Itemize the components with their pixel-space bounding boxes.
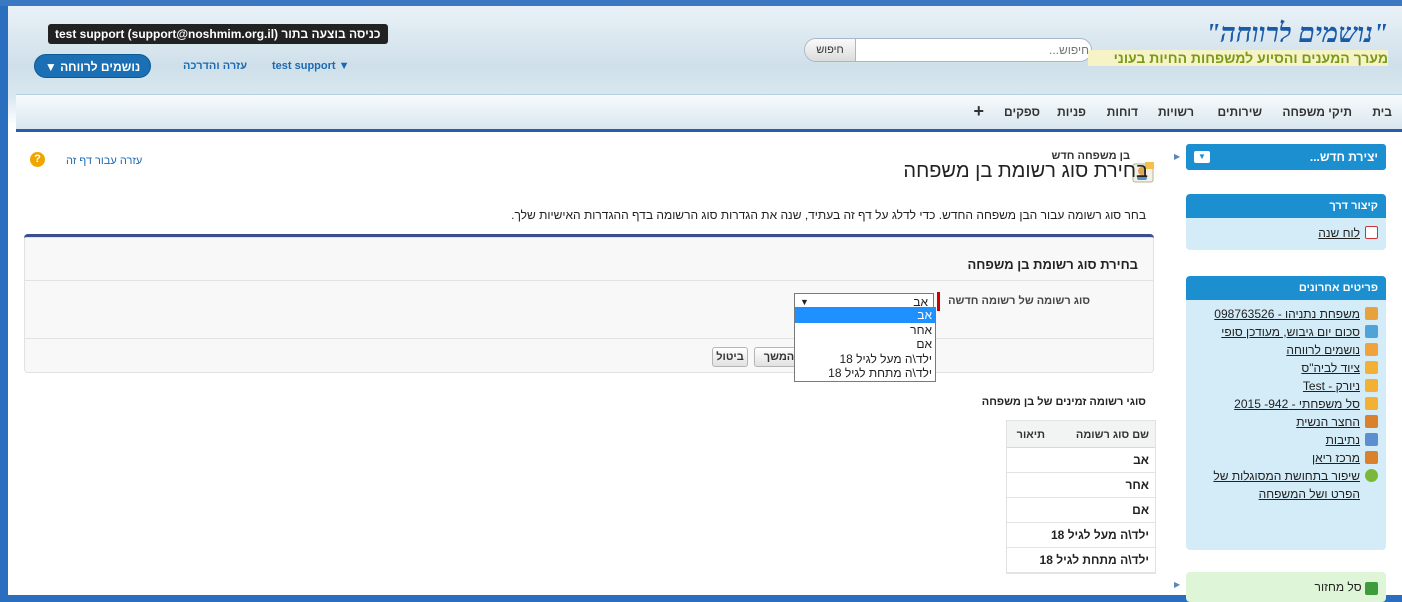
divider [24,338,1154,339]
tab-home[interactable]: בית [1372,105,1392,119]
calendar-link-label: לוח שנה [1318,226,1360,240]
recent-item-label: סכום יום גיבוש, מעודכן סופי [1221,325,1360,339]
tab-authorities[interactable]: רשויות [1158,105,1194,119]
dropdown-option[interactable]: אם [795,337,935,352]
logo-subtitle: מערך המענים והסיוע למשפחות החיות בעוני [1088,50,1388,66]
tab-suppliers[interactable]: ספקים [1004,105,1040,119]
recent-item-label: נושמים לרווחה [1286,343,1360,357]
recycle-bin-icon [1365,582,1378,596]
chart-icon [1365,433,1378,446]
shortcut-panel: קיצור דרך לוח שנה [1186,194,1386,250]
recent-item[interactable]: נתיבות [1194,431,1378,449]
recent-item-label: מרכז ריאן [1312,451,1360,465]
dropdown-option[interactable]: ילד\ה מתחת לגיל 18 [795,366,935,381]
help-training-link[interactable]: עזרה והדרכה [183,60,247,72]
create-new-label: יצירת חדש... [1309,150,1378,164]
column-header-name: שם סוג רשומה [1075,429,1149,441]
search-button[interactable]: חיפוש [805,39,856,61]
recent-item[interactable]: החצר הנשית [1194,413,1378,431]
recent-item-label: משפחת נתניהו - 098763526 [1214,307,1360,321]
recent-item-label: ניורק - Test [1302,379,1360,393]
required-indicator [937,292,940,311]
sidebar-collapse-icon[interactable]: ▶ [1174,152,1180,161]
all-tabs-plus-icon[interactable]: + [973,101,984,122]
table-row: ילד\ה מעל לגיל 18 [1007,523,1155,548]
column-header-description: תיאור [1016,429,1045,441]
calendar-link[interactable]: לוח שנה [1194,224,1378,242]
dropdown-option[interactable]: ילד\ה מעל לגיל 18 [795,352,935,367]
divider [24,280,1154,281]
record-types-table: שם סוג רשומה תיאור אב אחר אם ילד\ה מעל ל… [1006,420,1156,574]
page-help-link[interactable]: עזרה עבור דף זה [66,155,142,167]
available-types-title: סוגי רשומה זמינים של בן משפחה [981,396,1146,408]
recent-item[interactable]: ניורק - Test [1194,377,1378,395]
tab-inquiries[interactable]: פניות [1057,105,1086,119]
record-type-section: בחירת סוג רשומת בן משפחה סוג רשומה של רש… [24,234,1154,373]
box-icon [1365,397,1378,410]
table-row: ילד\ה מתחת לגיל 18 [1007,548,1155,573]
recent-item-label: החצר הנשית [1296,415,1360,429]
recycle-bin-link[interactable]: סל מחזור [1186,572,1386,602]
intro-text: בחר סוג רשומה עבור הבן משפחה החדש. כדי ל… [511,208,1146,222]
search-input[interactable] [857,39,1091,61]
page-title: בחירת סוג רשומת בן משפחה [903,160,1148,182]
shortcut-panel-title: קיצור דרך [1186,194,1386,218]
tab-services[interactable]: שירותים [1218,105,1262,119]
logo-title: "נושמים לרווחה" [1205,18,1388,48]
organization-icon [1365,343,1378,356]
section-title: בחירת סוג רשומת בן משפחה [967,257,1139,272]
people-icon [1365,415,1378,428]
table-row: אם [1007,498,1155,523]
recycle-expand-icon[interactable]: ▶ [1174,580,1180,589]
recent-items-title: פריטים אחרונים [1186,276,1386,300]
cancel-button[interactable]: ביטול [712,347,748,367]
chevron-down-icon: ▼ [1194,151,1210,163]
recent-item-label: שיפור בתחושת המסוגלות של הפרט ושל המשפחה [1213,469,1360,501]
calendar-icon [1365,226,1378,239]
help-icon[interactable]: ? [30,152,45,167]
recent-item-label: סל משפחתי - 942- 2015 [1234,397,1360,411]
login-as-banner: כניסה בוצעה בתור test support (support@n… [48,24,388,44]
people-icon [1365,451,1378,464]
record-type-label: סוג רשומה של רשומה חדשה [948,295,1090,307]
recent-item[interactable]: סל משפחתי - 942- 2015 [1194,395,1378,413]
tab-bar: בית תיקי משפחה שירותים רשויות דוחות פניו… [16,94,1402,132]
recent-item[interactable]: סכום יום גיבוש, מעודכן סופי [1194,323,1378,341]
recent-items-panel: פריטים אחרונים משפחת נתניהו - 098763526 … [1186,276,1386,550]
table-row: אחר [1007,473,1155,498]
table-header: שם סוג רשומה תיאור [1007,421,1155,448]
user-menu[interactable]: test support ▼ [272,60,350,72]
dropdown-option[interactable]: אחר [795,323,935,338]
app-window: כניסה בוצעה בתור test support (support@n… [8,6,1402,602]
table-row: אב [1007,448,1155,473]
recent-item[interactable]: נושמים לרווחה [1194,341,1378,359]
recent-item[interactable]: שיפור בתחושת המסוגלות של הפרט ושל המשפחה [1194,467,1378,503]
tab-family-files[interactable]: תיקי משפחה [1282,105,1352,119]
tab-reports[interactable]: דוחות [1107,105,1138,119]
record-type-dropdown: אב אחר אם ילד\ה מעל לגיל 18 ילד\ה מתחת ל… [794,307,936,382]
recycle-bin-label: סל מחזור [1314,580,1362,594]
create-new-button[interactable]: יצירת חדש... ▼ [1186,144,1386,170]
search-box: חיפוש [804,38,1092,62]
leaf-icon [1365,469,1378,482]
dropdown-option[interactable]: אב [795,308,935,323]
app-switcher-button[interactable]: נושמים לרווחה ▼ [34,54,151,78]
org-logo: "נושמים לרווחה" מערך המענים והסיוע למשפח… [1088,18,1388,74]
recent-item[interactable]: מרכז ריאן [1194,449,1378,467]
recent-item[interactable]: משפחת נתניהו - 098763526 [1194,305,1378,323]
family-icon [1365,307,1378,320]
box-icon [1365,379,1378,392]
recent-item-label: נתיבות [1325,433,1360,447]
document-icon [1365,325,1378,338]
recent-item-label: ציוד לביה"ס [1301,361,1360,375]
box-icon [1365,361,1378,374]
recent-item[interactable]: ציוד לביה"ס [1194,359,1378,377]
